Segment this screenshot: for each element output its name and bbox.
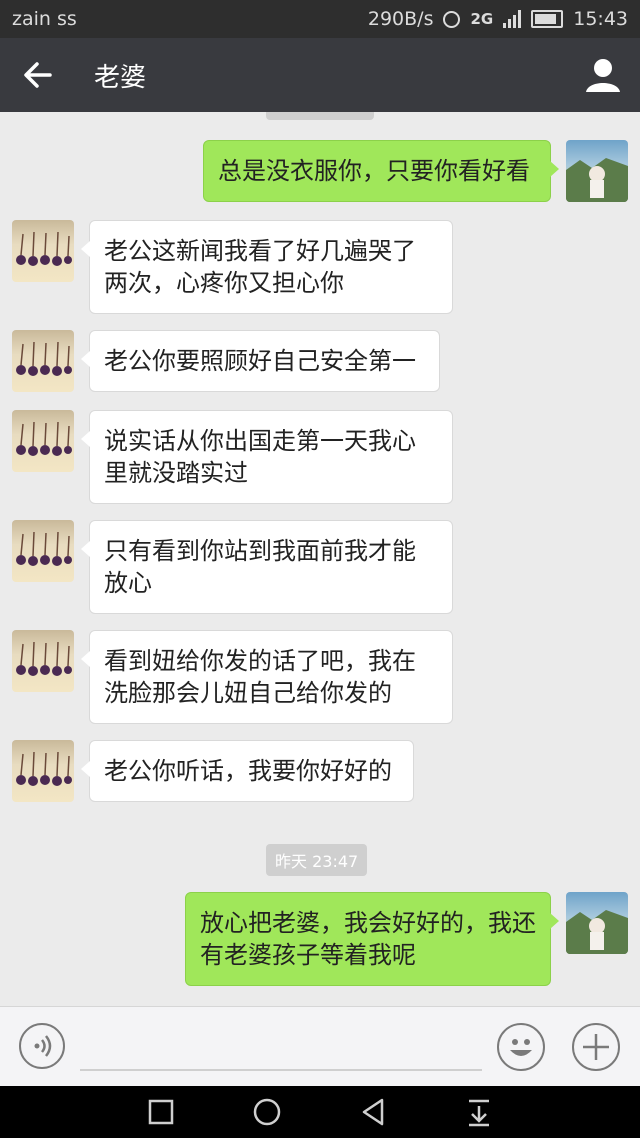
status-time: 15:43 <box>573 8 628 30</box>
message-text: 看到妞给你发的话了吧，我在洗脸那会儿妞自己给你发的 <box>104 647 416 707</box>
avatar-photo-icon <box>16 421 72 456</box>
back-arrow-icon[interactable] <box>20 57 56 93</box>
message-bubble-incoming[interactable]: 老公你要照顾好自己安全第一 <box>81 330 440 392</box>
back-triangle-icon[interactable] <box>357 1096 389 1128</box>
message-text: 老公你听话，我要你好好的 <box>104 757 392 785</box>
signal-icon <box>503 10 522 28</box>
avatar-photo-icon <box>566 910 628 954</box>
contact-avatar[interactable] <box>12 410 74 472</box>
message-text: 说实话从你出国走第一天我心里就没踏实过 <box>104 427 416 487</box>
avatar-photo-icon <box>16 341 72 376</box>
message-text: 只有看到你站到我面前我才能放心 <box>104 537 416 597</box>
message-bubble-outgoing[interactable]: 放心把老婆，我会好好的，我还有老婆孩子等着我呢 <box>185 892 559 986</box>
chat-title: 老婆 <box>94 63 147 93</box>
voice-icon[interactable] <box>19 1023 65 1069</box>
message-bubble-incoming[interactable]: 老公这新闻我看了好几遍哭了两次，心疼你又担心你 <box>81 220 453 314</box>
chat-header: 老婆 <box>0 38 640 112</box>
message-list[interactable]: 总是没衣服你，只要你看好看 老公这新闻我看了好几遍哭了两次，心疼你又担心你 老公… <box>0 112 640 1006</box>
emoji-icon[interactable] <box>497 1023 545 1071</box>
contact-avatar[interactable] <box>12 520 74 582</box>
message-text: 老公这新闻我看了好几遍哭了两次，心疼你又担心你 <box>104 237 416 297</box>
contact-avatar[interactable] <box>12 220 74 282</box>
avatar-photo-icon <box>16 231 72 266</box>
message-text: 老公你要照顾好自己安全第一 <box>104 347 416 375</box>
status-icons: 290B/s 2G 15:43 <box>368 8 628 30</box>
input-bar <box>0 1006 640 1087</box>
battery-icon <box>531 10 564 28</box>
message-bubble-outgoing[interactable]: 总是没衣服你，只要你看好看 <box>203 140 559 202</box>
network-type: 2G <box>470 10 494 28</box>
message-bubble-incoming[interactable]: 老公你听话，我要你好好的 <box>81 740 414 802</box>
self-avatar[interactable] <box>566 892 628 954</box>
message-text: 总是没衣服你，只要你看好看 <box>218 157 530 185</box>
system-nav-bar <box>0 1086 640 1138</box>
plus-icon[interactable] <box>572 1023 620 1071</box>
avatar-photo-icon <box>16 531 72 566</box>
avatar-photo-icon <box>16 751 72 786</box>
message-bubble-incoming[interactable]: 看到妞给你发的话了吧，我在洗脸那会儿妞自己给你发的 <box>81 630 453 724</box>
message-input[interactable] <box>80 1069 482 1071</box>
circle-icon[interactable] <box>251 1096 283 1128</box>
person-icon[interactable] <box>584 56 622 94</box>
self-avatar[interactable] <box>566 140 628 202</box>
contact-avatar[interactable] <box>12 630 74 692</box>
timestamp-partial <box>266 112 374 120</box>
message-bubble-incoming[interactable]: 只有看到你站到我面前我才能放心 <box>81 520 453 614</box>
message-bubble-incoming[interactable]: 说实话从你出国走第一天我心里就没踏实过 <box>81 410 453 504</box>
avatar-photo-icon <box>566 158 628 202</box>
notification-down-icon[interactable] <box>463 1096 495 1128</box>
network-speed: 290B/s <box>367 8 434 30</box>
carrier-name: zain ss <box>12 8 77 30</box>
status-bar: zain ss 290B/s 2G 15:43 <box>0 0 640 38</box>
contact-avatar[interactable] <box>12 740 74 802</box>
message-text: 放心把老婆，我会好好的，我还有老婆孩子等着我呢 <box>200 909 536 969</box>
avatar-photo-icon <box>16 641 72 676</box>
square-icon[interactable] <box>145 1096 177 1128</box>
contact-avatar[interactable] <box>12 330 74 392</box>
timestamp: 昨天 23:47 <box>266 844 368 876</box>
alarm-icon <box>443 10 461 28</box>
